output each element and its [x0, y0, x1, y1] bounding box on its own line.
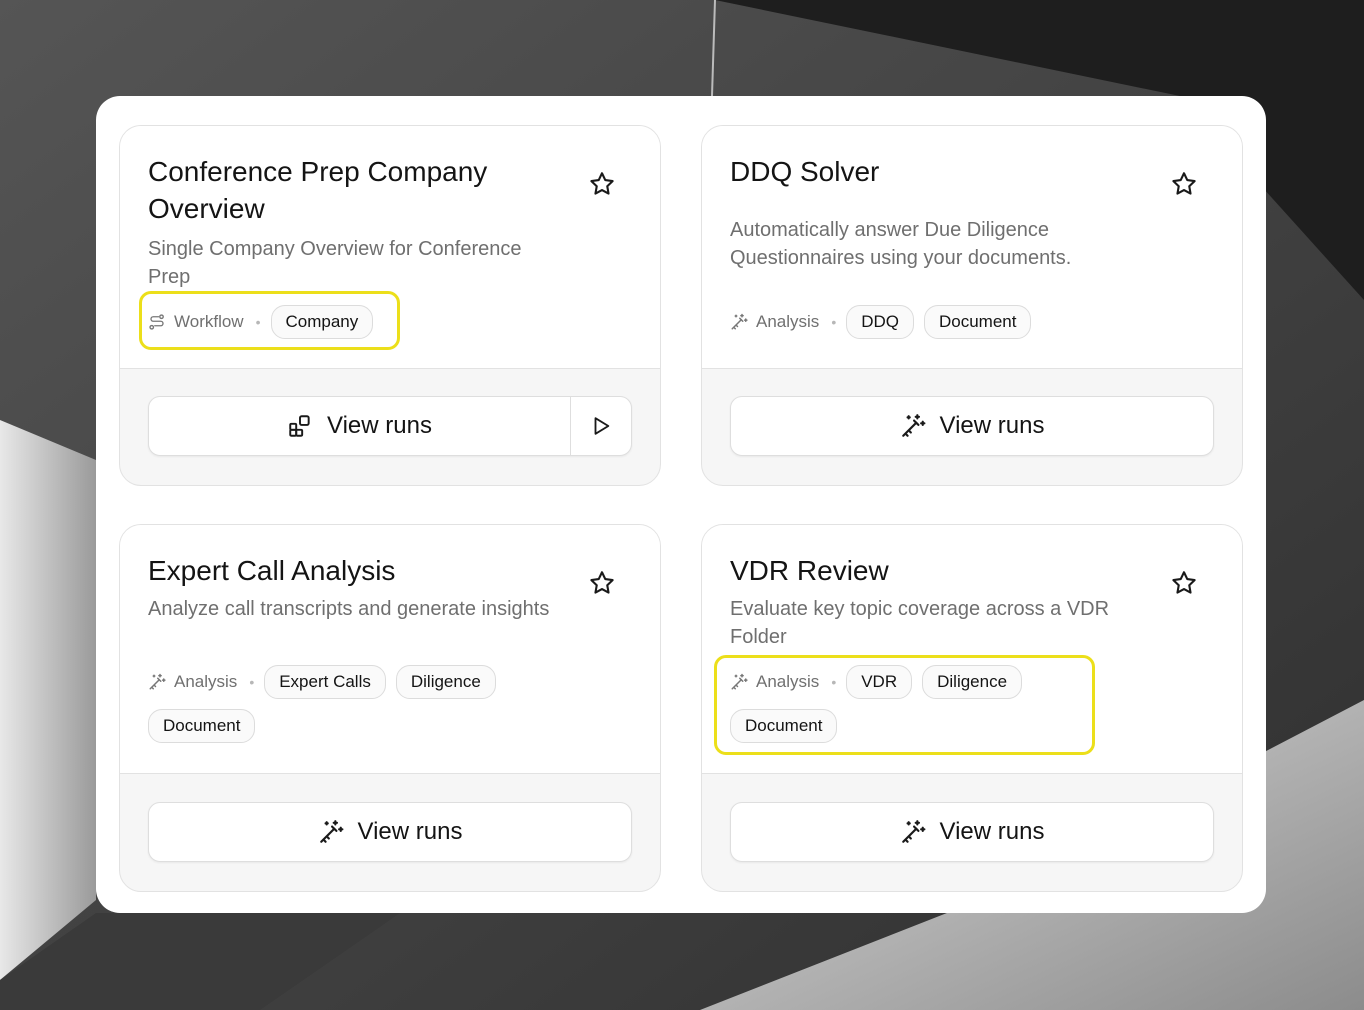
play-icon	[590, 415, 612, 437]
magic-wand-icon	[730, 673, 756, 691]
view-runs-button[interactable]: View runs	[730, 802, 1214, 862]
kind-label: Workflow	[148, 305, 244, 339]
tag-list: Analysis • Expert Calls Diligence Document	[148, 665, 548, 743]
magic-wand-icon	[900, 413, 940, 439]
view-runs-label: View runs	[327, 412, 432, 439]
tag-chip[interactable]: Document	[924, 305, 1032, 339]
card-header: VDR Review Evaluate key topic coverage ac…	[702, 525, 1242, 774]
kind-text: Analysis	[174, 672, 238, 691]
magic-wand-icon	[900, 819, 940, 845]
tag-chip[interactable]: Diligence	[922, 665, 1023, 699]
tag-chip[interactable]: DDQ	[846, 305, 914, 339]
tag-chip[interactable]: Document	[730, 709, 838, 743]
kind-text: Analysis	[756, 672, 820, 691]
card-header: DDQ Solver Automatically answer Due Dilig…	[702, 126, 1242, 369]
view-runs-action[interactable]: View runs	[900, 818, 1045, 846]
card-description: Automatically answer Due Diligence Quest…	[730, 219, 1072, 269]
run-button[interactable]	[570, 397, 631, 455]
tag-chip[interactable]: Expert Calls	[264, 665, 386, 699]
card-header: Conference Prep Company Overview Single C…	[120, 126, 660, 369]
card-title: Conference Prep Company Overview	[148, 156, 488, 224]
tag-chip[interactable]: Company	[270, 305, 374, 339]
tag-chip[interactable]: VDR	[846, 665, 913, 699]
view-runs-button[interactable]: View runs	[148, 396, 632, 456]
agent-card[interactable]: DDQ Solver Automatically answer Due Dilig…	[701, 125, 1243, 486]
card-description: Single Company Overview for Conference P…	[148, 238, 522, 288]
separator-dot: •	[255, 314, 261, 330]
view-runs-action[interactable]: View runs	[149, 397, 570, 455]
kind-label: Analysis	[730, 665, 819, 699]
favorite-star-icon[interactable]	[1170, 170, 1198, 198]
card-title: Expert Call Analysis	[148, 555, 396, 586]
view-runs-action[interactable]: View runs	[318, 818, 463, 846]
kind-label: Analysis	[148, 665, 237, 699]
view-runs-label: View runs	[939, 818, 1045, 845]
agent-card[interactable]: Conference Prep Company Overview Single C…	[119, 125, 661, 486]
magic-wand-icon	[730, 313, 756, 331]
card-description: Analyze call transcripts and generate in…	[148, 598, 550, 620]
separator-dot: •	[831, 674, 837, 690]
separator-dot: •	[831, 314, 837, 330]
blocks-icon	[287, 413, 327, 439]
favorite-star-icon[interactable]	[588, 170, 616, 198]
kind-label: Analysis	[730, 305, 819, 339]
view-runs-button[interactable]: View runs	[148, 802, 632, 862]
agents-panel: Conference Prep Company Overview Single C…	[96, 96, 1266, 913]
favorite-star-icon[interactable]	[1170, 569, 1198, 597]
view-runs-label: View runs	[939, 412, 1045, 439]
card-header: Expert Call Analysis Analyze call transcr…	[120, 525, 660, 774]
view-runs-label: View runs	[357, 818, 463, 845]
agent-card[interactable]: VDR Review Evaluate key topic coverage ac…	[701, 524, 1243, 892]
view-runs-button[interactable]: View runs	[730, 396, 1214, 456]
separator-dot: •	[249, 674, 255, 690]
card-title: DDQ Solver	[730, 156, 880, 187]
kind-text: Analysis	[756, 312, 820, 331]
tag-chip[interactable]: Document	[148, 709, 256, 743]
card-title: VDR Review	[730, 555, 889, 586]
card-description: Evaluate key topic coverage across a VDR…	[730, 598, 1110, 648]
kind-text: Workflow	[174, 312, 244, 331]
tag-list: Analysis • VDR Diligence Document	[730, 665, 1130, 743]
tag-chip[interactable]: Diligence	[395, 665, 496, 699]
workflow-icon	[148, 313, 174, 331]
favorite-star-icon[interactable]	[588, 569, 616, 597]
magic-wand-icon	[148, 673, 174, 691]
tag-list: Analysis • DDQ Document	[730, 305, 1130, 339]
view-runs-action[interactable]: View runs	[900, 412, 1045, 440]
agent-card[interactable]: Expert Call Analysis Analyze call transcr…	[119, 524, 661, 892]
magic-wand-icon	[318, 819, 358, 845]
tag-list: Workflow • Company	[148, 305, 548, 339]
